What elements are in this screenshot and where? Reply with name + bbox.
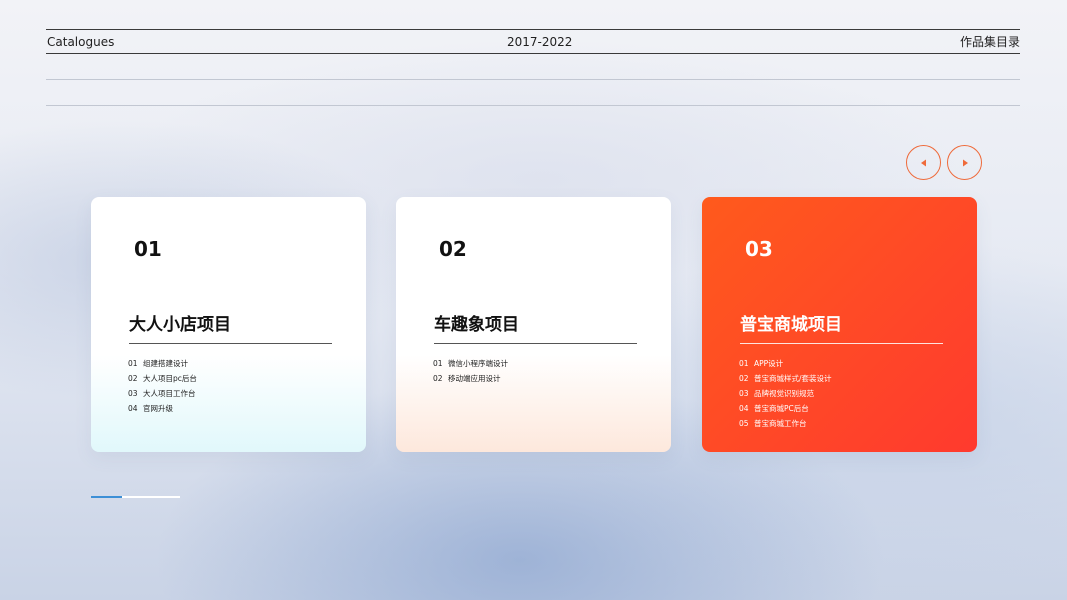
- header-bottom-rule: [46, 53, 1020, 54]
- card-number: 01: [134, 237, 162, 261]
- list-item: 03 大人项目工作台: [128, 389, 196, 398]
- slide-progress-track: [91, 496, 180, 498]
- project-card-3[interactable]: 03 普宝商城项目 01 APP设计 02 普宝商城样式/套装设计 03 品牌视觉识别…: [702, 197, 977, 452]
- card-title: 大人小店项目: [129, 315, 231, 335]
- list-item: 02 大人项目pc后台: [128, 374, 197, 383]
- card-divider: [434, 343, 637, 344]
- slide-progress-fill: [91, 496, 123, 498]
- card-item-list: 01 微信小程序端设计 02 移动端应用设计: [433, 356, 508, 386]
- list-item: 02 移动端应用设计: [433, 374, 501, 383]
- caret-right-icon: [962, 159, 968, 166]
- list-item: 05 普宝商城工作台: [739, 419, 807, 428]
- list-item: 01 组建搭建设计: [128, 359, 188, 368]
- card-title: 普宝商城项目: [740, 315, 842, 335]
- list-item: 03 品牌视觉识别规范: [739, 389, 814, 398]
- header-catalogues-label: Catalogues: [47, 35, 115, 49]
- list-item: 01 APP设计: [739, 359, 784, 368]
- caret-left-icon: [920, 159, 926, 166]
- project-card-2[interactable]: 02 车趣象项目 01 微信小程序端设计 02 移动端应用设计: [396, 197, 671, 452]
- header-top-rule: [46, 29, 1020, 30]
- card-item-list: 01 组建搭建设计 02 大人项目pc后台 03 大人项目工作台 04 官网升级: [128, 356, 197, 416]
- divider-rule-1: [46, 79, 1020, 80]
- header-year-range: 2017-2022: [507, 35, 573, 49]
- list-item: 04 普宝商城PC后台: [739, 404, 809, 413]
- header-catalog-title: 作品集目录: [959, 35, 1020, 49]
- divider-rule-2: [46, 105, 1020, 106]
- list-item: 01 微信小程序端设计: [433, 359, 508, 368]
- card-divider: [740, 343, 943, 344]
- card-divider: [129, 343, 332, 344]
- project-card-1[interactable]: 01 大人小店项目 01 组建搭建设计 02 大人项目pc后台 03 大人项目工作台 …: [91, 197, 366, 452]
- prev-button[interactable]: [906, 145, 941, 180]
- card-number: 02: [439, 237, 467, 261]
- card-title: 车趣象项目: [434, 315, 519, 335]
- list-item: 04 官网升级: [128, 404, 173, 413]
- card-item-list: 01 APP设计 02 普宝商城样式/套装设计 03 品牌视觉识别规范 04 普宝商城P…: [739, 356, 832, 431]
- list-item: 02 普宝商城样式/套装设计: [739, 374, 832, 383]
- card-number: 03: [745, 237, 773, 261]
- next-button[interactable]: [947, 145, 982, 180]
